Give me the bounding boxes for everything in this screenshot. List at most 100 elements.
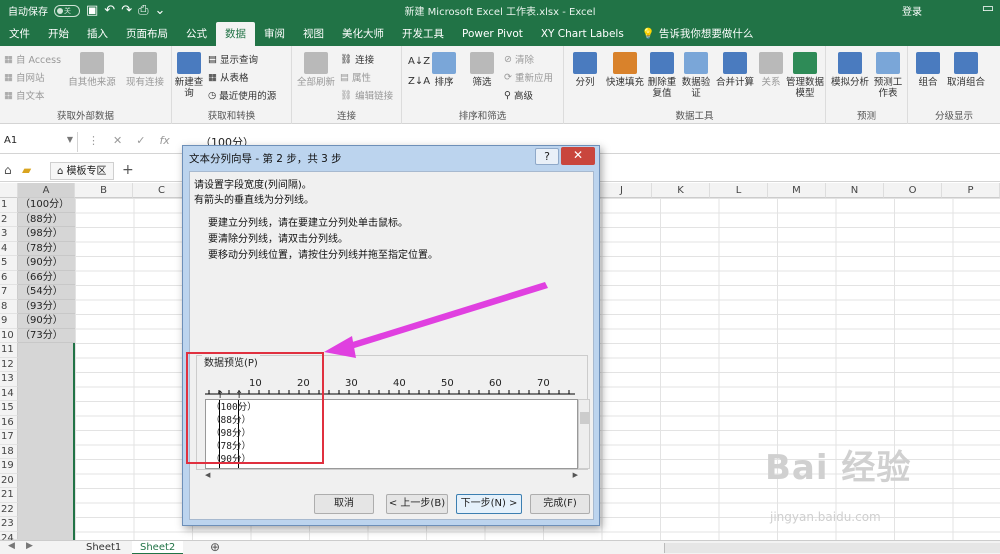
row-header[interactable]: 23: [0, 517, 18, 532]
customize-qat-icon[interactable]: ⌄: [155, 3, 166, 18]
data-validation-button[interactable]: 数据验证: [680, 52, 712, 99]
cell-a7[interactable]: （54分）: [18, 285, 75, 300]
home-icon[interactable]: ⌂: [4, 163, 12, 177]
cell-a6[interactable]: （66分）: [18, 270, 75, 285]
existing-connections-button[interactable]: 现有连接: [122, 52, 168, 88]
cell-a9[interactable]: （90分）: [18, 314, 75, 329]
cell-a1[interactable]: （100分）: [18, 198, 75, 213]
sheet-tab-sheet1[interactable]: Sheet1: [78, 541, 129, 554]
column-header[interactable]: K: [652, 183, 710, 198]
group-button[interactable]: 组合: [914, 52, 942, 88]
cell-a4[interactable]: （78分）: [18, 241, 75, 256]
what-if-button[interactable]: 模拟分析: [830, 52, 870, 88]
scroll-tabs-left-icon[interactable]: ◀: [8, 541, 15, 551]
tell-me-box[interactable]: 💡 告诉我你想要做什么: [633, 22, 763, 46]
row-header[interactable]: 17: [0, 430, 18, 445]
row-header[interactable]: 1: [0, 198, 18, 213]
insert-function-icon[interactable]: fx: [159, 134, 169, 147]
tab-beautify[interactable]: 美化大师: [333, 22, 393, 46]
row-header[interactable]: 19: [0, 459, 18, 474]
finish-button[interactable]: 完成(F): [530, 494, 590, 514]
row-header[interactable]: 9: [0, 314, 18, 329]
add-tab-icon[interactable]: +: [122, 162, 134, 178]
flash-fill-button[interactable]: 快速填充: [604, 52, 646, 88]
name-box[interactable]: A1 ▼: [0, 132, 78, 152]
row-header[interactable]: 11: [0, 343, 18, 358]
preview-vertical-scrollbar[interactable]: [578, 399, 590, 469]
other-sources-button[interactable]: 自其他来源: [68, 52, 116, 88]
template-tab[interactable]: ⌂ 模板专区: [50, 162, 114, 180]
row-header[interactable]: 12: [0, 357, 18, 372]
tab-power-pivot[interactable]: Power Pivot: [453, 22, 532, 46]
autosave-toggle[interactable]: 关: [54, 4, 80, 17]
sort-za-icon[interactable]: Z↓A: [408, 76, 430, 87]
from-web-button[interactable]: ▦ 自网站: [4, 70, 45, 85]
row-header[interactable]: 22: [0, 502, 18, 517]
scroll-right-icon[interactable]: ▶: [573, 471, 578, 479]
sort-az-icon[interactable]: A↓Z: [408, 56, 430, 67]
tab-formulas[interactable]: 公式: [177, 22, 216, 46]
column-header[interactable]: P: [942, 183, 1000, 198]
cancel-icon[interactable]: ✕: [113, 134, 122, 147]
row-header[interactable]: 21: [0, 488, 18, 503]
clear-button[interactable]: ⊘ 清除: [504, 52, 534, 67]
column-header[interactable]: J: [592, 183, 652, 198]
from-text-button[interactable]: ▦ 自文本: [4, 88, 45, 103]
enter-icon[interactable]: ✓: [136, 134, 145, 147]
row-header[interactable]: 8: [0, 299, 18, 314]
horizontal-scrollbar[interactable]: [664, 543, 1000, 553]
column-header[interactable]: B: [75, 183, 133, 198]
save-icon[interactable]: ▣: [86, 3, 98, 18]
connections-button[interactable]: ⛓ 连接: [340, 52, 374, 67]
chevron-down-icon[interactable]: ▼: [67, 135, 73, 144]
ungroup-button[interactable]: 取消组合: [944, 52, 988, 88]
redo-icon[interactable]: ↷: [121, 3, 132, 18]
new-query-button[interactable]: 新建查询: [174, 52, 204, 99]
manage-data-model-button[interactable]: 管理数据模型: [786, 52, 824, 99]
tab-home[interactable]: 开始: [39, 22, 78, 46]
row-header[interactable]: 24: [0, 531, 18, 544]
filter-button[interactable]: 筛选: [466, 52, 498, 88]
show-queries-button[interactable]: ▤ 显示查询: [208, 52, 258, 67]
scroll-tabs-right-icon[interactable]: ▶: [26, 541, 33, 551]
row-header[interactable]: 15: [0, 401, 18, 416]
preview-horizontal-scrollbar[interactable]: ◀ ▶: [205, 471, 578, 479]
login-link[interactable]: 登录: [902, 3, 922, 18]
properties-button[interactable]: ▤ 属性: [340, 70, 371, 85]
sheet-tab-sheet2[interactable]: Sheet2: [132, 541, 184, 554]
tab-view[interactable]: 视图: [294, 22, 333, 46]
print-preview-icon[interactable]: ⎙: [138, 3, 148, 18]
sort-button[interactable]: 排序: [430, 52, 458, 88]
row-header[interactable]: 3: [0, 227, 18, 242]
tab-developer[interactable]: 开发工具: [393, 22, 453, 46]
ribbon-display-icon[interactable]: ▭: [982, 1, 994, 16]
cancel-button[interactable]: 取消: [314, 494, 374, 514]
row-header[interactable]: 7: [0, 285, 18, 300]
row-header[interactable]: 18: [0, 444, 18, 459]
row-header[interactable]: 14: [0, 386, 18, 401]
column-header[interactable]: A: [18, 183, 75, 198]
close-button[interactable]: ✕: [561, 147, 595, 165]
cell-a2[interactable]: （88分）: [18, 212, 75, 227]
from-table-button[interactable]: ▦ 从表格: [208, 70, 249, 85]
cell-a3[interactable]: （98分）: [18, 227, 75, 242]
advanced-button[interactable]: ⚲ 高级: [504, 88, 533, 103]
undo-icon[interactable]: ↶: [104, 3, 115, 18]
remove-duplicates-button[interactable]: 删除重复值: [646, 52, 678, 99]
select-all-corner[interactable]: [0, 183, 18, 198]
cell-a8[interactable]: （93分）: [18, 299, 75, 314]
row-header[interactable]: 10: [0, 328, 18, 343]
scroll-left-icon[interactable]: ◀: [205, 471, 210, 479]
forecast-sheet-button[interactable]: 预测工作表: [872, 52, 904, 99]
next-button[interactable]: 下一步(N) >: [456, 494, 522, 514]
row-header[interactable]: 5: [0, 256, 18, 271]
cell-a10[interactable]: （73分）: [18, 328, 75, 343]
row-header[interactable]: 13: [0, 372, 18, 387]
row-header[interactable]: 6: [0, 270, 18, 285]
from-access-button[interactable]: ▦ 自 Access: [4, 52, 61, 67]
scroll-thumb[interactable]: [580, 412, 589, 424]
consolidate-button[interactable]: 合并计算: [714, 52, 756, 88]
row-header[interactable]: 4: [0, 241, 18, 256]
reapply-button[interactable]: ⟳ 重新应用: [504, 70, 553, 85]
cell-a5[interactable]: （90分）: [18, 256, 75, 271]
